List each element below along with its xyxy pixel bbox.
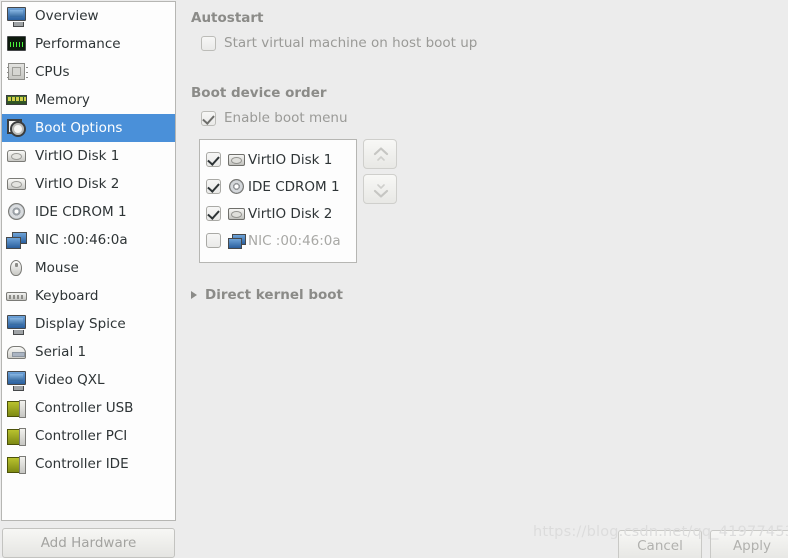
sidebar-item-display-spice[interactable]: Display Spice [2,310,175,338]
boot-device-row[interactable]: VirtIO Disk 2 [206,200,356,227]
sidebar-item-virtio-disk-2[interactable]: VirtIO Disk 2 [2,170,175,198]
sidebar-item-label: Memory [35,92,90,108]
sidebar-item-cpus[interactable]: CPUs [2,58,175,86]
sidebar-item-label: Serial 1 [35,344,87,360]
autostart-checkbox-label: Start virtual machine on host boot up [224,35,478,51]
nic-icon [228,233,246,249]
sidebar-item-controller-usb[interactable]: Controller USB [2,394,175,422]
sidebar-item-label: IDE CDROM 1 [35,204,127,220]
boot-device-row[interactable]: VirtIO Disk 1 [206,146,356,173]
move-device-up-button[interactable] [363,139,397,169]
boot-device-checkbox[interactable] [206,206,221,221]
memory-icon [6,90,28,110]
cdrom-icon [6,202,28,222]
apply-button[interactable]: Apply [710,530,788,558]
disk-icon [6,174,28,194]
autostart-heading: Autostart [191,10,264,26]
sidebar-item-serial-1[interactable]: Serial 1 [2,338,175,366]
sidebar-item-virtio-disk-1[interactable]: VirtIO Disk 1 [2,142,175,170]
boot-device-checkbox[interactable] [206,179,221,194]
cdrom-icon [228,178,246,195]
monitor-icon [6,6,28,27]
monitor-icon [6,370,28,391]
mouse-icon [6,258,28,278]
sidebar-item-controller-pci[interactable]: Controller PCI [2,422,175,450]
sidebar-item-overview[interactable]: Overview [2,2,175,30]
sidebar-item-label: NIC :00:46:0a [35,232,128,248]
direct-kernel-boot-label: Direct kernel boot [205,287,343,303]
sidebar-item-keyboard[interactable]: Keyboard [2,282,175,310]
sidebar-item-label: Controller USB [35,400,134,416]
boot-device-label: IDE CDROM 1 [248,178,340,195]
boot-device-row[interactable]: IDE CDROM 1 [206,173,356,200]
chevron-double-up-icon [373,147,389,161]
sidebar-item-label: Controller PCI [35,428,128,444]
boot-device-checkbox[interactable] [206,152,221,167]
boot-options-panel: Autostart Start virtual machine on host … [177,0,788,558]
hardware-sidebar: Overview Performance CPUs Memory Boot Op… [0,0,177,558]
sidebar-item-label: Video QXL [35,372,105,388]
sidebar-item-label: Performance [35,36,121,52]
disk-icon [228,152,246,168]
performance-icon [6,34,28,54]
sidebar-item-label: Display Spice [35,316,126,332]
sidebar-item-label: Mouse [35,260,79,276]
sidebar-item-nic[interactable]: NIC :00:46:0a [2,226,175,254]
chevron-double-down-icon [373,184,389,198]
add-hardware-label: Add Hardware [40,535,137,551]
nic-icon [6,230,28,250]
boot-device-label: NIC :00:46:0a [248,232,341,249]
boot-device-label: VirtIO Disk 1 [248,151,333,168]
boot-icon [6,118,28,138]
sidebar-item-mouse[interactable]: Mouse [2,254,175,282]
boot-device-label: VirtIO Disk 2 [248,205,333,222]
sidebar-item-label: Overview [35,8,99,24]
sidebar-item-label: Keyboard [35,288,99,304]
sidebar-item-label: VirtIO Disk 2 [35,176,120,192]
enable-boot-menu-label: Enable boot menu [224,110,348,126]
monitor-icon [6,314,28,335]
controller-icon [6,398,28,418]
controller-icon [6,454,28,474]
boot-device-checkbox[interactable] [206,233,221,248]
sidebar-item-performance[interactable]: Performance [2,30,175,58]
cancel-button-label: Cancel [637,538,683,554]
sidebar-item-label: Controller IDE [35,456,129,472]
apply-button-label: Apply [732,538,772,554]
sidebar-item-ide-cdrom-1[interactable]: IDE CDROM 1 [2,198,175,226]
boot-device-order-heading: Boot device order [191,85,327,101]
sidebar-item-label: CPUs [35,64,70,80]
sidebar-item-controller-ide[interactable]: Controller IDE [2,450,175,478]
controller-icon [6,426,28,446]
disk-icon [6,146,28,166]
direct-kernel-boot-expander[interactable]: Direct kernel boot [191,287,343,303]
sidebar-item-label: VirtIO Disk 1 [35,148,120,164]
disk-icon [228,206,246,222]
hardware-list[interactable]: Overview Performance CPUs Memory Boot Op… [1,1,176,521]
autostart-checkbox-row[interactable]: Start virtual machine on host boot up [201,35,477,51]
cpu-icon [6,62,28,82]
boot-device-row[interactable]: NIC :00:46:0a [206,227,356,254]
add-hardware-button[interactable]: Add Hardware [2,528,175,558]
boot-device-list[interactable]: VirtIO Disk 1 IDE CDROM 1 VirtIO Disk 2 … [199,139,357,263]
enable-boot-menu-checkbox[interactable] [201,110,216,126]
cancel-button[interactable]: Cancel [618,530,702,558]
move-device-down-button[interactable] [363,174,397,204]
sidebar-item-label: Boot Options [35,120,123,136]
serial-icon [6,342,28,362]
autostart-checkbox[interactable] [201,35,216,51]
sidebar-item-video-qxl[interactable]: Video QXL [2,366,175,394]
triangle-right-icon [191,291,197,299]
sidebar-item-memory[interactable]: Memory [2,86,175,114]
vm-details-window: Overview Performance CPUs Memory Boot Op… [0,0,788,558]
enable-boot-menu-row[interactable]: Enable boot menu [201,110,348,126]
sidebar-item-boot-options[interactable]: Boot Options [2,114,175,142]
keyboard-icon [6,286,28,306]
